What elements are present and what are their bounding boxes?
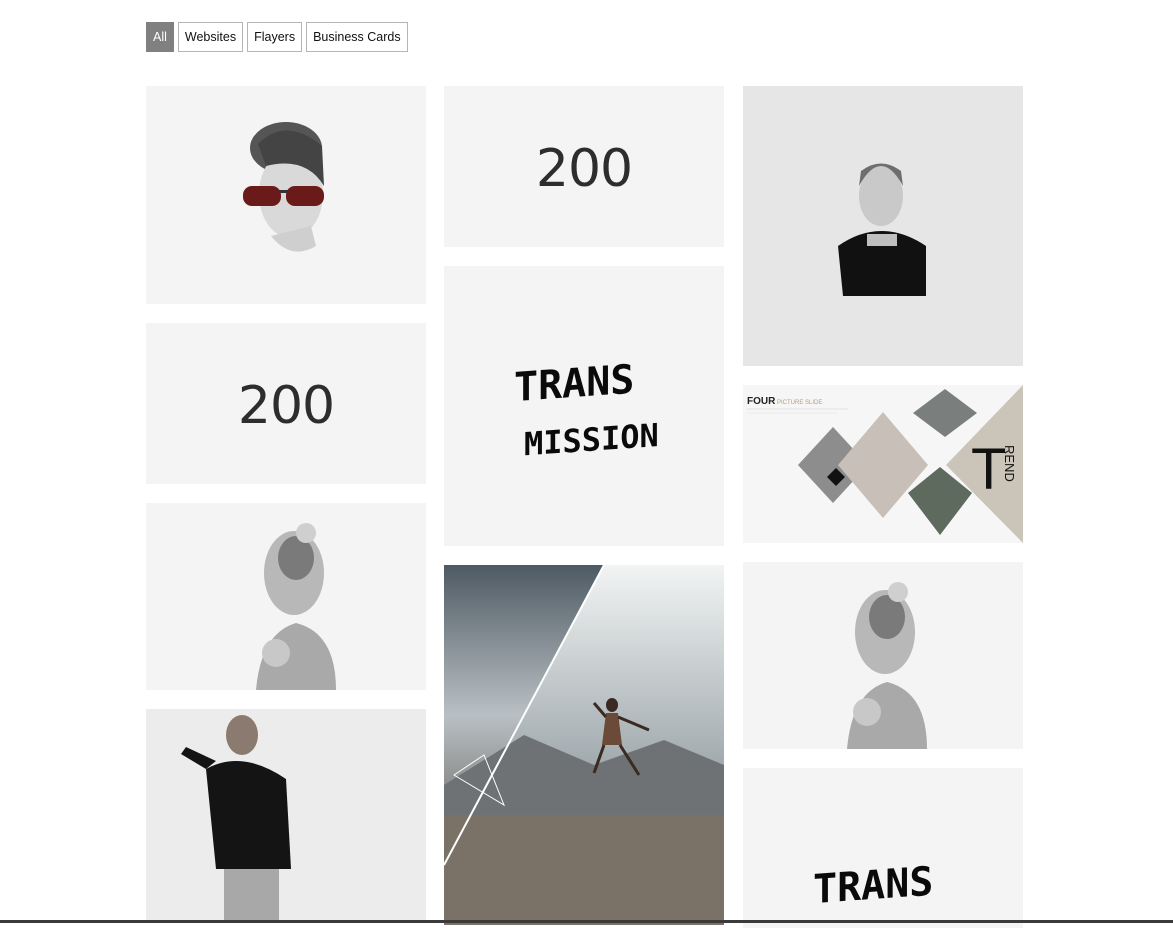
200-logo-text: 200 xyxy=(238,376,334,436)
200-logo-text-2: 200 xyxy=(536,139,632,199)
smoke-portrait-image xyxy=(146,503,426,690)
gallery-column-2: 200 TRANS MISSION xyxy=(444,86,724,944)
man-hoodie-image xyxy=(146,709,426,923)
four-picture-slide-image: FOUR PICTURE SLIDE T REND xyxy=(743,385,1023,543)
portfolio-item-sunglasses-woman[interactable] xyxy=(146,86,426,304)
transmission-line-1: TRANS xyxy=(514,357,634,411)
portfolio-item-jumping-woman[interactable] xyxy=(444,565,724,925)
portfolio-item-transmission[interactable]: TRANS MISSION xyxy=(444,266,724,546)
trend-letter-t: T xyxy=(971,437,1006,502)
trend-rest-text: REND xyxy=(1002,445,1017,482)
200-logo-image-2: 200 xyxy=(444,86,724,247)
portfolio-item-four-picture-slide[interactable]: FOUR PICTURE SLIDE T REND xyxy=(743,385,1023,543)
portfolio-item-200-logo[interactable]: 200 xyxy=(146,323,426,484)
filter-websites-button[interactable]: Websites xyxy=(177,22,244,52)
smoke-portrait-image-2 xyxy=(743,562,1023,749)
filter-flayers-button[interactable]: Flayers xyxy=(247,22,303,52)
filter-all-button[interactable]: All xyxy=(146,22,174,52)
portfolio-item-200-logo-2[interactable]: 200 xyxy=(444,86,724,247)
portfolio-item-smoke-portrait[interactable] xyxy=(146,503,426,690)
portfolio-item-woman-black-top[interactable] xyxy=(743,86,1023,366)
transmission-typography-image-2: TRANS xyxy=(743,768,1023,928)
transmission-line-1-b: TRANS xyxy=(813,859,933,913)
filter-business-cards-button[interactable]: Business Cards xyxy=(306,22,408,52)
jumping-woman-image xyxy=(444,565,724,925)
four-slide-subtitle: PICTURE SLIDE xyxy=(777,400,822,406)
filter-bar: All Websites Flayers Business Cards xyxy=(146,22,408,52)
sunglasses-woman-image xyxy=(146,86,426,304)
gallery-column-3: FOUR PICTURE SLIDE T REND TRANS xyxy=(743,86,1023,947)
portfolio-item-transmission-2[interactable]: TRANS xyxy=(743,768,1023,928)
woman-black-top-image xyxy=(743,86,1023,366)
portfolio-item-man-hoodie[interactable] xyxy=(146,709,426,923)
four-slide-title: FOUR xyxy=(747,396,776,407)
gallery-column-1: 200 xyxy=(146,86,426,942)
200-logo-image: 200 xyxy=(146,323,426,484)
portfolio-item-smoke-portrait-2[interactable] xyxy=(743,562,1023,749)
transmission-typography-image: TRANS MISSION xyxy=(444,266,724,546)
